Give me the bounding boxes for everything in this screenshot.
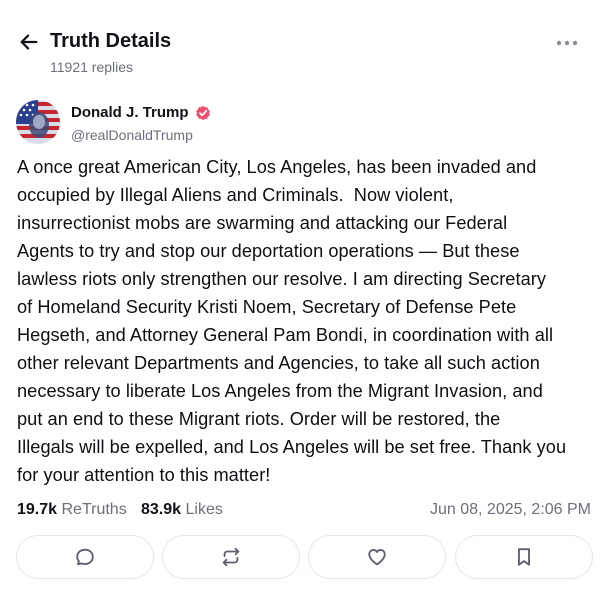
post-text-line: necessary to liberate Los Angeles from t… <box>17 381 543 401</box>
likes-count: 83.9k <box>141 501 182 518</box>
post-text-line: insurrectionist mobs are swarming and at… <box>17 213 508 233</box>
verified-check-icon <box>195 105 211 121</box>
post-header: Truth Details 11921 replies <box>0 0 606 90</box>
author-row: Donald J. Trump <box>71 104 211 122</box>
reply-button[interactable] <box>16 535 154 579</box>
post-actions <box>16 535 593 579</box>
page-title: Truth Details <box>50 30 172 52</box>
bookmark-icon <box>518 548 530 566</box>
post-text-line: lawless riots only strengthen our resolv… <box>17 269 546 289</box>
ellipsis-icon <box>556 40 578 46</box>
post-text-line: Hegseth, and Attorney General Pam Bondi,… <box>17 325 554 345</box>
post-text-line: other relevant Departments and Agencies,… <box>17 353 540 373</box>
post-stats: 19.7k ReTruths 83.9k Likes Jun 08, 2025,… <box>17 499 591 521</box>
post-timestamp: Jun 08, 2025, 2:06 PM <box>430 501 591 518</box>
post-text-line: Illegals will be expelled, and Los Angel… <box>17 437 567 457</box>
post-text-line: A once great American City, Los Angeles,… <box>17 157 537 177</box>
post-text-line: put an end to these Migrant riots. Order… <box>17 409 501 429</box>
likes-stat[interactable]: 83.9k Likes <box>141 499 223 521</box>
bookmark-button[interactable] <box>455 535 593 579</box>
more-options-button[interactable] <box>553 32 581 54</box>
replies-count: 11921 replies <box>50 59 134 75</box>
author-name[interactable]: Donald J. Trump <box>71 104 189 122</box>
post-text: A once great American City, Los Angeles,… <box>17 153 597 489</box>
like-button[interactable] <box>308 535 446 579</box>
post-text-line: Agents to try and stop our deportation o… <box>17 241 520 261</box>
back-button[interactable] <box>16 29 42 55</box>
comment-icon <box>76 548 94 566</box>
retruths-stat[interactable]: 19.7k ReTruths <box>17 499 127 521</box>
post-text-line: of Homeland Security Kristi Noem, Secret… <box>17 297 517 317</box>
author-handle[interactable]: @realDonaldTrump <box>71 127 193 144</box>
post-text-line: for your attention to this matter! <box>17 465 271 485</box>
arrow-left-icon <box>20 34 38 50</box>
retruths-count: 19.7k <box>17 501 58 518</box>
avatar[interactable] <box>16 100 60 144</box>
post-text-line: occupied by Illegal Aliens and Criminals… <box>17 185 454 205</box>
heart-icon <box>368 549 386 566</box>
retruths-label: ReTruths <box>61 501 127 518</box>
likes-label: Likes <box>185 501 223 518</box>
retruth-button[interactable] <box>162 535 300 579</box>
repost-icon <box>222 547 240 567</box>
